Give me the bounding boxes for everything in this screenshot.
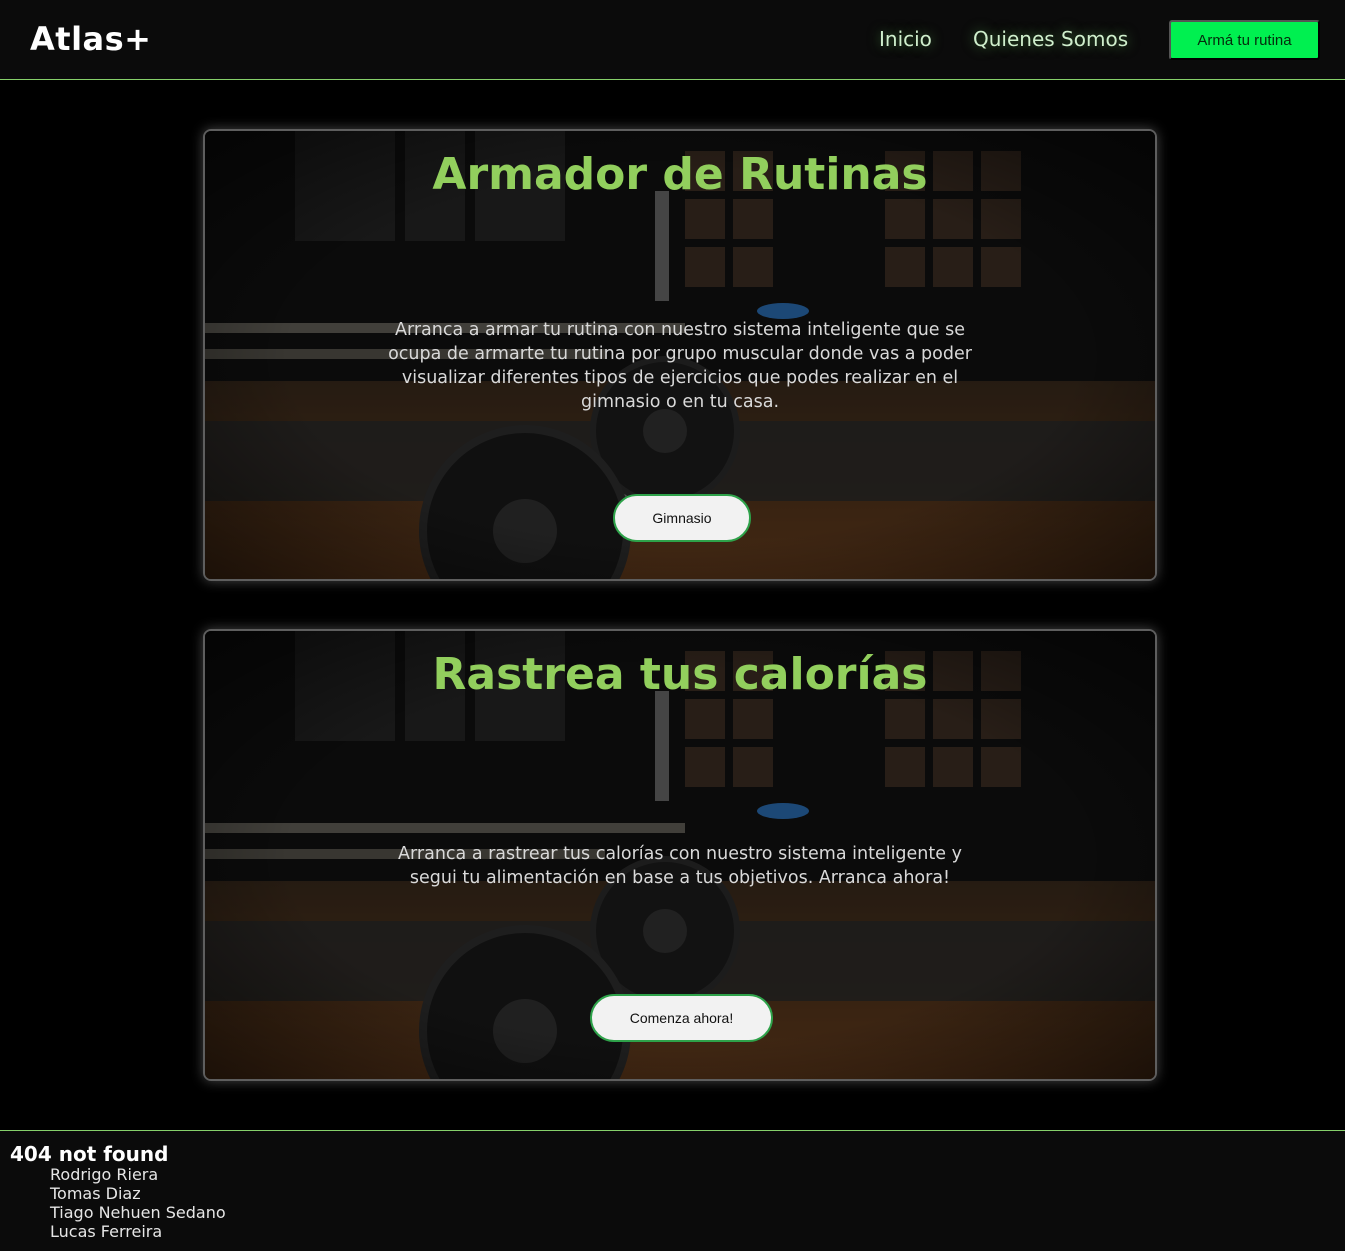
team-member: Tiago Nehuen Sedano: [50, 1203, 226, 1222]
routine-builder-card: Armador de Rutinas Arranca a armar tu ru…: [203, 129, 1157, 581]
card-title: Rastrea tus calorías: [432, 649, 928, 700]
team-member: Rodrigo Riera: [50, 1165, 159, 1184]
nav-link-quienes-somos[interactable]: Quienes Somos: [973, 27, 1128, 51]
card-description: Arranca a rastrear tus calorías con nues…: [398, 844, 962, 888]
comenza-ahora-button[interactable]: Comenza ahora!: [590, 994, 773, 1042]
brand-logo[interactable]: Atlas+: [30, 20, 151, 58]
team-members-list: Rodrigo Riera Tomas Diaz Tiago Nehuen Se…: [50, 1165, 226, 1241]
arma-tu-rutina-button[interactable]: Armá tu rutina: [1169, 20, 1320, 60]
gimnasio-button[interactable]: Gimnasio: [613, 494, 751, 542]
card-description: Arranca a armar tu rutina con nuestro si…: [388, 320, 972, 412]
nav-link-inicio[interactable]: Inicio: [879, 27, 932, 51]
top-navbar: Atlas+ Inicio Quienes Somos Armá tu ruti…: [0, 0, 1345, 80]
calorie-tracker-card: Rastrea tus calorías Arranca a rastrear …: [203, 629, 1157, 1081]
team-name: 404 not found: [10, 1142, 169, 1166]
footer: 404 not found Rodrigo Riera Tomas Diaz T…: [0, 1130, 1345, 1251]
team-member: Tomas Diaz: [50, 1184, 141, 1203]
team-member: Lucas Ferreira: [50, 1222, 163, 1241]
card-title: Armador de Rutinas: [432, 149, 928, 200]
